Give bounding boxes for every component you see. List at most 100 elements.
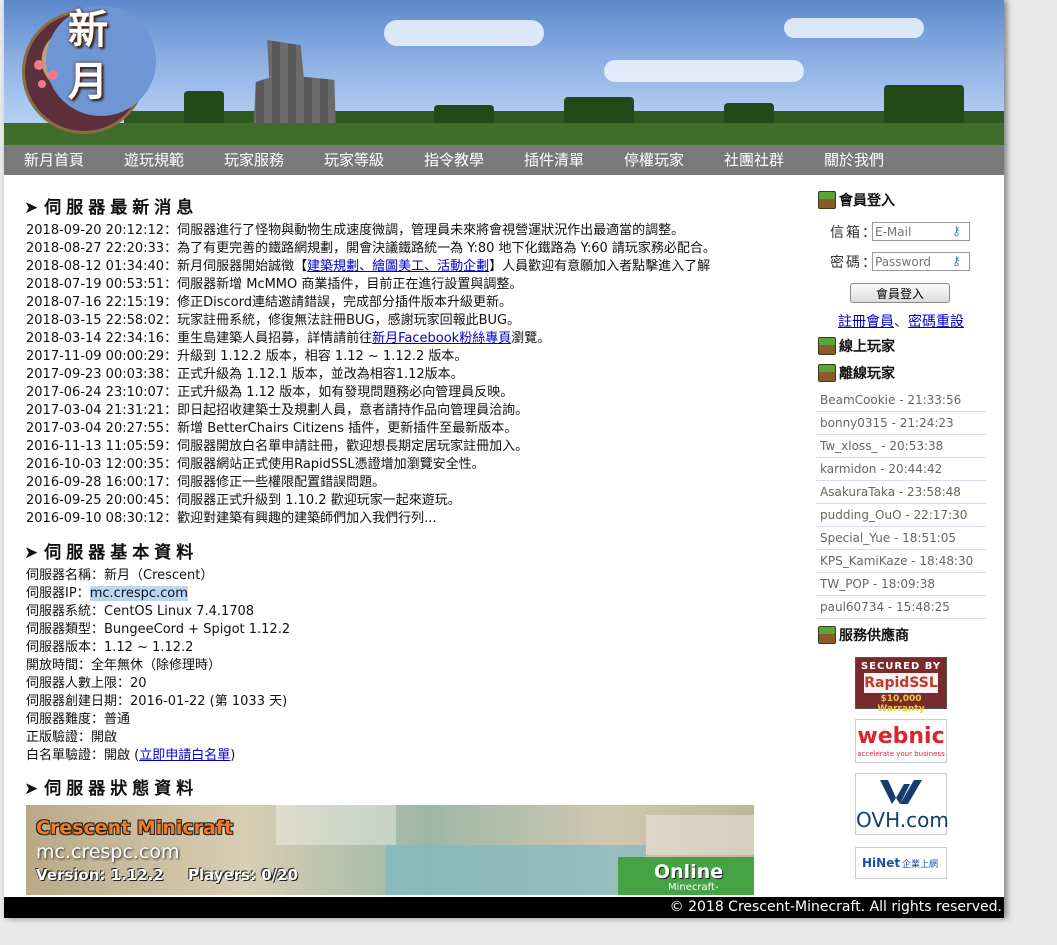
news-date: 2017-09-23 00:03:38 [26, 367, 165, 382]
grass-block-icon [818, 626, 836, 644]
key-icon: ⚷ [952, 224, 961, 238]
news-item: 2017-06-24 23:10:07：正式升級為 1.12 版本，如有發現問題… [26, 385, 514, 400]
header-banner: 新月 [4, 0, 1004, 145]
news-date: 2018-08-12 01:34:40 [26, 259, 165, 274]
status-host: mc.crespc.com [36, 841, 180, 863]
hinet-logo[interactable]: HiNet 企業上網 [855, 847, 947, 879]
news-text: 伺服器開放白名單申請註冊，歡迎想長期定居玩家註冊加入。 [177, 439, 529, 454]
info-heading: ➤ 伺服器基本資料 [24, 543, 199, 563]
news-item: 2016-09-10 08:30:12：歡迎對建築有興趣的建築師們加入我們行列.… [26, 511, 437, 526]
news-item: 2018-08-27 22:20:33：為了有更完善的鐵路網規劃，開會決議鐵路統… [26, 241, 716, 256]
news-text: 即日起招收建築士及規劃人員，意者請持作品向管理員洽詢。 [177, 403, 529, 418]
offline-player-item: Special_Yue - 18:51:05 [816, 527, 986, 550]
blossom-icon [34, 60, 44, 70]
sponsors-heading: 服務供應商 [818, 625, 909, 645]
news-list: 2018-09-20 20:12:12：伺服器進行了怪物與動物生成速度微調，管理… [26, 222, 796, 528]
offline-player-item: Tw_xloss_ - 20:53:38 [816, 435, 986, 458]
info-max-players: 伺服器人數上限：20 [26, 676, 147, 691]
rapidssl-badge[interactable]: SECURED BY RapidSSL $10,000 Warranty [855, 657, 947, 714]
whitelist-apply-link[interactable]: 立即申請白名單 [139, 748, 230, 763]
ovh-logo[interactable]: OVH.com [855, 773, 949, 835]
news-item: 2017-09-23 00:03:38：正式升級為 1.12.1 版本，並改為相… [26, 367, 464, 382]
cloud [384, 20, 544, 46]
news-date: 2017-11-09 00:00:29 [26, 349, 165, 364]
info-ip: 伺服器IP：mc.crespc.com [26, 586, 188, 601]
arrow-icon: ➤ [24, 779, 39, 799]
news-item: 2016-09-25 20:00:45：伺服器正式升級到 1.10.2 歡迎玩家… [26, 493, 461, 508]
news-date: 2016-09-10 08:30:12 [26, 511, 165, 526]
news-text: 伺服器進行了怪物與動物生成速度微調，管理員未來將會視營運狀況作出最適當的調整。 [177, 223, 685, 238]
arrow-icon: ➤ [24, 198, 39, 218]
news-date: 2018-08-27 22:20:33 [26, 241, 165, 256]
info-version: 伺服器版本：1.12 ~ 1.12.2 [26, 640, 194, 655]
grass-block-icon [818, 337, 836, 355]
webnic-logo[interactable]: webnic accelerate your business [855, 719, 947, 763]
nav-rules[interactable]: 遊玩規範 [104, 145, 204, 175]
news-text: 玩家註冊系統，修復無法註冊BUG，感謝玩家回報此BUG。 [177, 313, 521, 328]
arrow-icon: ➤ [24, 543, 39, 563]
cloud [784, 18, 924, 38]
grass-block-icon [818, 191, 836, 209]
news-text: 歡迎對建築有興趣的建築師們加入我們行列... [177, 511, 437, 526]
news-date: 2017-03-04 21:31:21 [26, 403, 165, 418]
grass-block-icon [818, 364, 836, 382]
footer: © 2018 Crescent-Minecraft. All rights re… [4, 897, 1004, 918]
register-link[interactable]: 註冊會員 [838, 314, 894, 330]
news-link[interactable]: 新月Facebook粉絲專頁 [372, 331, 511, 346]
news-date: 2017-06-24 23:10:07 [26, 385, 165, 400]
news-item: 2016-11-13 11:05:59：伺服器開放白名單申請註冊，歡迎想長期定居… [26, 439, 529, 454]
info-created: 伺服器創建日期：2016-01-22 (第 1033 天) [26, 694, 288, 709]
news-item: 2018-07-19 00:53:51：伺服器新增 McMMO 商業插件，目前正… [26, 277, 523, 292]
news-item: 2017-03-04 20:27:55：新增 BetterChairs Citi… [26, 421, 518, 436]
status-players: Players: 0/20 [188, 866, 299, 884]
news-date: 2016-09-28 16:00:17 [26, 475, 165, 490]
ovh-mark-icon [880, 780, 922, 804]
info-system: 伺服器系統：CentOS Linux 7.4.1708 [26, 604, 255, 619]
offline-player-item: TW_POP - 18:09:38 [816, 573, 986, 596]
status-version: Version: 1.12.2 [36, 866, 164, 884]
news-link[interactable]: 建築規劃、繪圖美工、活動企劃 [307, 259, 489, 274]
reset-password-link[interactable]: 密碼重設 [908, 314, 964, 330]
offline-player-item: bonny0315 - 21:24:23 [816, 412, 986, 435]
offline-player-item: BeamCookie - 21:33:56 [816, 389, 986, 412]
status-server-name: Crescent Minicraft [36, 817, 234, 839]
nav-community[interactable]: 社團社群 [704, 145, 804, 175]
news-date: 2016-11-13 11:05:59 [26, 439, 165, 454]
offline-player-item: karmidon - 20:44:42 [816, 458, 986, 481]
nav-plugin-list[interactable]: 插件清單 [504, 145, 604, 175]
news-item: 2018-07-16 22:15:19：修正Discord連結邀請錯誤，完成部分… [26, 295, 512, 310]
info-whitelist: 白名單驗證：開啟 (立即申請白名單) [26, 748, 236, 763]
news-item: 2018-09-20 20:12:12：伺服器進行了怪物與動物生成速度微調，管理… [26, 223, 685, 238]
news-text: 伺服器新增 McMMO 商業插件，目前正在進行設置與調整。 [177, 277, 523, 292]
server-ip[interactable]: mc.crespc.com [89, 586, 188, 601]
server-status-banner[interactable]: Crescent Minicraft mc.crespc.com Version… [26, 805, 754, 895]
blossom-icon [48, 70, 58, 80]
news-text: 伺服器修正一些權限配置錯誤問題。 [177, 475, 386, 490]
news-text: 升級到 1.12.2 版本，相容 1.12 ~ 1.12.2 版本。 [177, 349, 468, 364]
email-label: 信箱： [830, 225, 878, 241]
status-online-text: Online [654, 861, 724, 883]
online-players-heading: 線上玩家 [818, 336, 895, 356]
nav-player-services[interactable]: 玩家服務 [204, 145, 304, 175]
news-text: 伺服器網站正式使用RapidSSL憑證增加瀏覽安全性。 [177, 457, 485, 472]
login-button[interactable]: 會員登入 [850, 283, 950, 303]
nav-home[interactable]: 新月首頁 [4, 145, 104, 175]
news-text: 為了有更完善的鐵路網規劃，開會決議鐵路統一為 Y:80 地下化鐵路為 Y:60 … [177, 241, 716, 256]
ground [4, 123, 1004, 145]
news-date: 2016-10-03 12:00:35 [26, 457, 165, 472]
nav-about[interactable]: 關於我們 [804, 145, 904, 175]
page: 新月 新月首頁 遊玩規範 玩家服務 玩家等級 指令教學 插件清單 停權玩家 社團… [4, 0, 1004, 918]
news-item: 2016-09-28 16:00:17：伺服器修正一些權限配置錯誤問題。 [26, 475, 386, 490]
nav-banned-players[interactable]: 停權玩家 [604, 145, 704, 175]
offline-player-list: BeamCookie - 21:33:56 bonny0315 - 21:24:2… [816, 389, 986, 619]
info-type: 伺服器類型：BungeeCord + Spigot 1.12.2 [26, 622, 291, 637]
banner-scenery [276, 805, 396, 845]
news-item: 2018-03-14 22:34:16：重生島建築人員招募，詳情請前往新月Fac… [26, 331, 551, 346]
nav-player-levels[interactable]: 玩家等級 [304, 145, 404, 175]
site-logo[interactable]: 新月 [68, 4, 114, 108]
cloud [604, 60, 804, 82]
account-links: 註冊會員、密碼重設 [838, 314, 964, 330]
nav-command-guide[interactable]: 指令教學 [404, 145, 504, 175]
offline-players-heading: 離線玩家 [818, 363, 895, 383]
banner-water [386, 845, 646, 895]
